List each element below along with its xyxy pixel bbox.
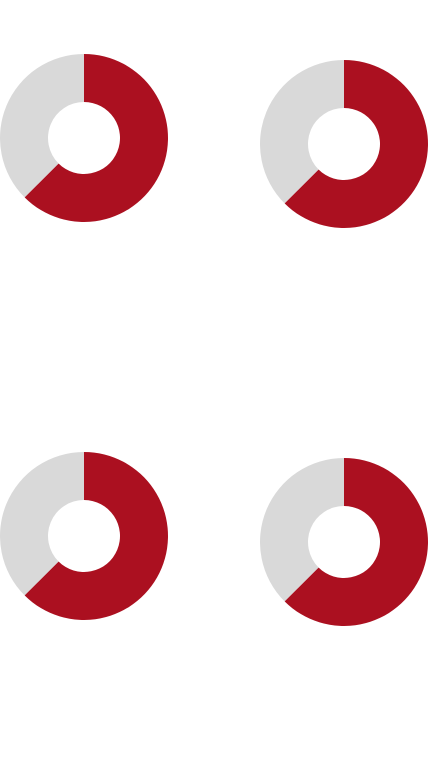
donut-chart-2: [260, 60, 428, 228]
donut-chart-1: [0, 54, 168, 222]
donut-chart-4: [260, 458, 428, 626]
donut-chart-3: [0, 452, 168, 620]
